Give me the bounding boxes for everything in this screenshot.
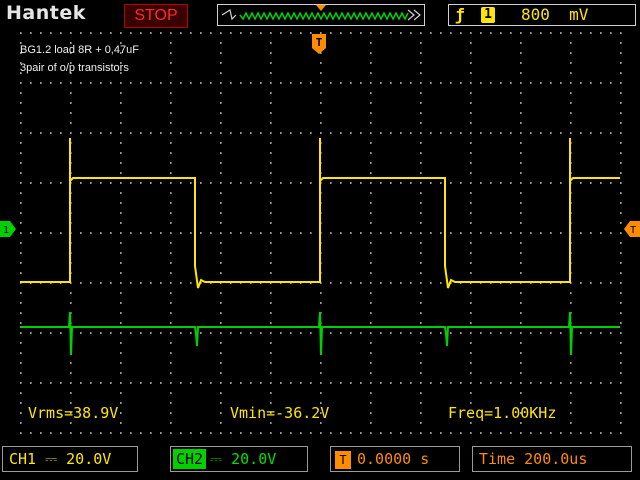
trigger-level: 800 mV	[521, 5, 589, 24]
trigger-position-icon: T	[335, 451, 351, 469]
ch1-label: CH1	[9, 450, 37, 468]
trigger-time-marker-icon: T	[312, 34, 326, 54]
trigger-source: 1	[481, 7, 495, 23]
trigger-position-button[interactable]: T 0.0000 s	[330, 446, 460, 472]
rising-edge-icon: ƒ	[455, 5, 465, 24]
top-status-bar: Hantek STOP ƒ 1 800 mV	[0, 0, 640, 30]
run-stop-status[interactable]: STOP	[124, 4, 188, 28]
dc-coupling-icon: ⎓	[45, 450, 58, 468]
trigger-position-marker-icon	[316, 5, 326, 11]
annotation-line-1: BG1.2 load 8R + 0,47uF	[20, 44, 139, 56]
measurement-vrms: Vrms=38.9V	[28, 404, 119, 422]
timebase-button[interactable]: Time 200.0us	[472, 446, 632, 472]
scope-graticule: T 1 T	[0, 32, 640, 434]
svg-text:T: T	[316, 36, 323, 49]
ch2-scale-value: 20.0V	[231, 450, 277, 468]
waveform-display[interactable]: T 1 T BG1.2 load 8R + 0,47uF 3pair of o/…	[0, 30, 640, 440]
ch1-scale-button[interactable]: CH1 ⎓ 20.0V	[2, 446, 138, 472]
bottom-status-bar: CH1 ⎓ 20.0V CH2 ⎓ 20.0V T 0.0000 s Time 20…	[0, 440, 640, 480]
trigger-position-value: 0.0000 s	[357, 450, 430, 468]
ch1-ground-marker-icon: 1	[0, 221, 16, 237]
trigger-settings[interactable]: ƒ 1 800 mV	[448, 4, 636, 26]
memory-waveform-icon	[221, 5, 421, 21]
trigger-level-marker-icon: T	[624, 221, 640, 237]
timebase-label: Time	[479, 450, 516, 468]
ch2-scale-button[interactable]: CH2 ⎓ 20.0V	[170, 446, 308, 472]
ch1-waveform-trace	[20, 138, 620, 289]
svg-text:1: 1	[3, 225, 9, 236]
measurement-frequency: Freq=1.00KHz	[448, 404, 557, 422]
brand-logo: Hantek	[6, 2, 86, 24]
dc-coupling-icon: ⎓	[210, 450, 232, 468]
measurement-vmin: Vmin=-36.2V	[230, 404, 330, 422]
ch1-scale-value: 20.0V	[66, 450, 112, 468]
annotation-line-2: 3pair of o/p transistors	[20, 62, 129, 74]
ch2-label: CH2	[173, 449, 207, 469]
svg-text:T: T	[630, 225, 636, 236]
timebase-value: 200.0us	[524, 450, 588, 468]
memory-position-bar[interactable]	[217, 4, 425, 26]
